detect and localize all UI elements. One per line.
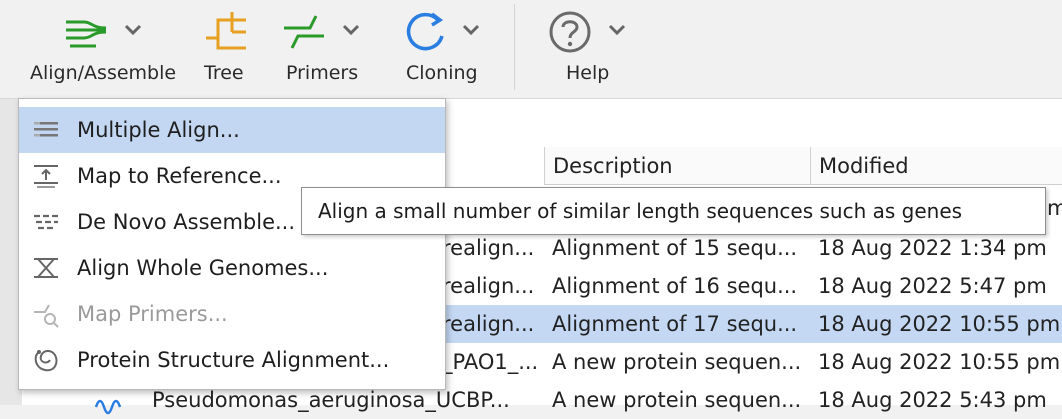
description-cell: Alignment of 17 sequ...: [552, 312, 798, 336]
name-cell: _PAO1_...: [442, 350, 539, 374]
menu-item-label: Multiple Align...: [77, 118, 240, 142]
name-cell: realign...: [442, 312, 535, 336]
menu-item-label: Align Whole Genomes...: [77, 256, 329, 280]
map-to-reference-icon: [34, 165, 58, 188]
protein-structure-icon: [34, 350, 58, 372]
menu-item-label: Map to Reference...: [77, 164, 282, 188]
column-header-description[interactable]: Description: [544, 147, 811, 185]
menu-item-multiple-align[interactable]: Multiple Align...: [19, 107, 445, 153]
tooltip: Align a small number of similar length s…: [301, 187, 1046, 235]
chevron-down-icon: [342, 24, 360, 36]
tree-button[interactable]: Tree: [196, 0, 256, 98]
tree-label: Tree: [204, 62, 244, 84]
primers-button[interactable]: Primers: [278, 0, 370, 98]
chevron-down-icon: [462, 24, 480, 36]
primers-label: Primers: [286, 62, 359, 84]
modified-cell: 18 Aug 2022 10:55 pm: [818, 312, 1061, 336]
help-label: Help: [566, 62, 610, 84]
align-assemble-label: Align/Assemble: [30, 62, 177, 84]
cloning-button[interactable]: Cloning: [398, 0, 502, 98]
tree-icon: [206, 12, 246, 50]
help-button[interactable]: Help: [542, 0, 638, 98]
cloning-icon: [406, 12, 444, 51]
cloning-label: Cloning: [406, 62, 478, 84]
menu-item-protein-structure-alignment[interactable]: Protein Structure Alignment...: [19, 337, 445, 383]
menu-item-label: Map Primers...: [77, 302, 228, 326]
description-cell: A new protein sequen...: [552, 350, 802, 374]
align-whole-genomes-icon: [34, 258, 58, 278]
menu-item-label: De Novo Assemble...: [77, 210, 296, 234]
toolbar-separator: [514, 4, 515, 90]
align-assemble-button[interactable]: Align/Assemble: [20, 0, 188, 98]
chevron-down-icon: [608, 24, 626, 36]
menu-item-align-whole-genomes[interactable]: Align Whole Genomes...: [19, 245, 445, 291]
modified-cell: 18 Aug 2022 5:43 pm: [818, 388, 1047, 412]
help-icon: [549, 11, 591, 53]
modified-cell: 18 Aug 2022 5:47 pm: [818, 274, 1047, 298]
align-assemble-icon: [66, 20, 107, 48]
multiple-align-icon: [34, 122, 58, 137]
description-cell: A new protein sequen...: [552, 388, 802, 412]
description-cell: Alignment of 16 sequ...: [552, 274, 798, 298]
toolbar: Align/Assemble Tree Primers Cloning Help: [0, 0, 1062, 98]
map-primers-icon: [34, 304, 59, 328]
menu-item-label: Protein Structure Alignment...: [77, 348, 390, 372]
de-novo-assemble-icon: [34, 214, 58, 230]
align-assemble-menu: Multiple Align... Map to Reference... De…: [18, 98, 446, 390]
menu-item-map-primers[interactable]: Map Primers...: [19, 291, 445, 337]
chevron-down-icon: [124, 24, 142, 36]
name-cell: realign...: [442, 274, 535, 298]
modified-cell: 18 Aug 2022 10:55 pm: [818, 350, 1061, 374]
primers-icon: [284, 15, 324, 49]
modified-cell: m: [1047, 196, 1062, 220]
column-header-modified[interactable]: Modified: [810, 147, 1062, 185]
